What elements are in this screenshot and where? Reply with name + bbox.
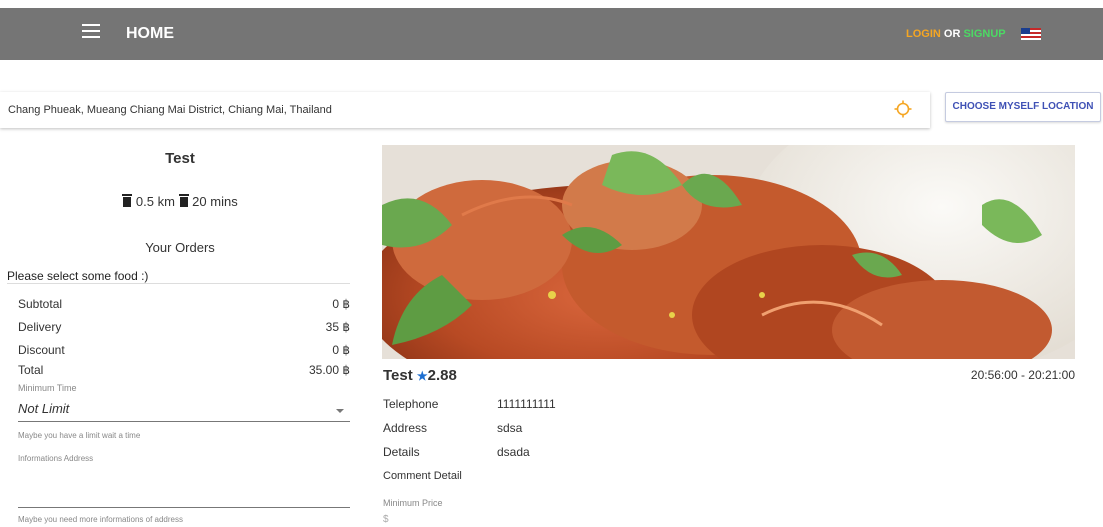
min-time-value[interactable]: Not Limit [18, 401, 69, 416]
choose-location-button[interactable]: CHOOSE MYSELF LOCATION [945, 92, 1101, 122]
empty-order-message: Please select some food :) [7, 269, 149, 283]
food-photo [382, 145, 1075, 359]
shop-name: Test [165, 150, 195, 167]
subtotal-value: 0 ฿ [332, 297, 350, 311]
us-flag-icon[interactable] [1021, 28, 1041, 40]
min-time-label: Minimum Time [18, 383, 77, 393]
opening-hours: 20:56:00 - 20:21:00 [970, 368, 1075, 382]
min-price-label: Minimum Price [383, 498, 443, 508]
chevron-down-icon[interactable] [336, 409, 344, 413]
details-label: Details [383, 445, 420, 459]
login-link[interactable]: LOGIN [906, 28, 941, 40]
location-address[interactable]: Chang Phueak, Mueang Chiang Mai District… [8, 104, 332, 116]
top-app-bar: HOME LOGIN OR SIGNUP [0, 8, 1103, 60]
time-value: 20 mins [192, 194, 238, 209]
details-value: dsada [497, 445, 530, 459]
info-address-label: Informations Address [18, 454, 94, 463]
address-label: Address [383, 421, 428, 435]
telephone-label: Telephone [383, 397, 439, 411]
info-address-underline [18, 507, 350, 508]
auth-links: LOGIN OR SIGNUP [906, 28, 1006, 40]
page-title[interactable]: HOME [126, 25, 174, 43]
crosshair-icon[interactable] [894, 100, 912, 118]
trash-icon [122, 194, 133, 207]
subtotal-row: Subtotal 0 ฿ [18, 297, 350, 311]
min-time-help: Maybe you have a limit wait a time [18, 431, 141, 440]
distance-value: 0.5 km [135, 194, 175, 209]
min-time-select[interactable]: Not Limit [18, 398, 350, 422]
restaurant-title: Test ★2.88 [383, 367, 457, 384]
total-value: 35.00 ฿ [309, 363, 350, 377]
delivery-label: Delivery [18, 320, 62, 334]
comment-detail-label: Comment Detail [383, 470, 462, 482]
details-row: Details dsada [383, 445, 530, 459]
subtotal-label: Subtotal [18, 297, 63, 311]
info-address-field[interactable] [18, 466, 350, 506]
location-search-field[interactable]: Chang Phueak, Mueang Chiang Mai District… [0, 92, 930, 128]
food-image [382, 145, 1075, 359]
trash-icon [178, 194, 189, 207]
discount-label: Discount [18, 343, 65, 357]
hamburger-menu-icon[interactable] [82, 24, 100, 42]
telephone-row: Telephone 1111111111 [383, 397, 556, 411]
or-label: OR [943, 28, 961, 40]
signup-link[interactable]: SIGNUP [963, 28, 1005, 40]
star-icon: ★ [416, 369, 428, 383]
delivery-value: 35 ฿ [325, 320, 350, 334]
address-row: Address sdsa [383, 421, 522, 435]
total-row: Total 35.00 ฿ [18, 363, 350, 377]
delivery-row: Delivery 35 ฿ [18, 320, 350, 334]
min-price-value: $ [383, 514, 389, 525]
rating-value: 2.88 [427, 367, 457, 384]
discount-value: 0 ฿ [332, 343, 350, 357]
orders-title: Your Orders [145, 240, 215, 255]
info-address-help: Maybe you need more informations of addr… [18, 515, 183, 524]
address-value: sdsa [497, 421, 523, 435]
discount-row: Discount 0 ฿ [18, 343, 350, 357]
divider [7, 283, 350, 284]
restaurant-name: Test [383, 367, 413, 384]
telephone-value: 1111111111 [497, 397, 556, 411]
distance-time-row: 0.5 km 20 mins [0, 194, 360, 209]
total-label: Total [18, 363, 44, 377]
